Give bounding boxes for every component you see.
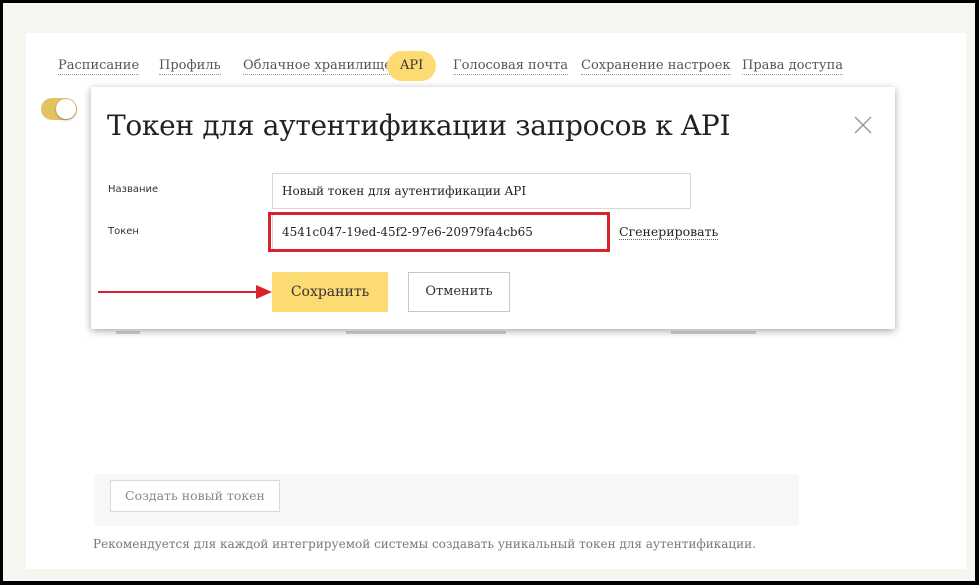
tab-voicemail[interactable]: Голосовая почта [453,51,569,81]
tab-access-rights[interactable]: Права доступа [742,51,843,81]
tab-label: Облачное хранилище [243,58,392,75]
tab-label: Профиль [159,58,221,75]
tab-label: API [400,58,424,73]
arrow-right-icon [98,285,272,299]
recommendation-text: Рекомендуется для каждой интегрируемой с… [93,537,756,551]
name-input[interactable]: Новый токен для аутентификации API [272,173,691,209]
cancel-button[interactable]: Отменить [408,272,510,312]
name-label: Название [108,184,159,195]
token-highlight-box [268,212,610,252]
token-list-row [116,331,756,337]
create-token-button[interactable]: Создать новый токен [110,480,280,512]
tab-label: Голосовая почта [453,58,569,75]
generate-token-link[interactable]: Сгенерировать [619,224,719,240]
save-button[interactable]: Сохранить [272,272,388,312]
tab-cloud-storage[interactable]: Облачное хранилище [243,51,392,81]
tab-label: Сохранение настроек [581,58,731,75]
modal-title: Токен для аутентификации запросов к API [107,109,731,142]
create-token-area: Создать новый токен [94,474,799,526]
tab-save-settings[interactable]: Сохранение настроек [581,51,731,81]
tab-schedule[interactable]: Расписание [58,51,140,81]
tab-label: Расписание [58,58,140,75]
api-toggle[interactable] [41,98,77,120]
tab-label: Права доступа [742,58,843,75]
tab-profile[interactable]: Профиль [159,51,221,81]
token-label: Токен [108,226,139,237]
tab-api[interactable]: API [387,51,437,81]
close-icon[interactable] [852,114,874,136]
toggle-knob [56,99,76,119]
